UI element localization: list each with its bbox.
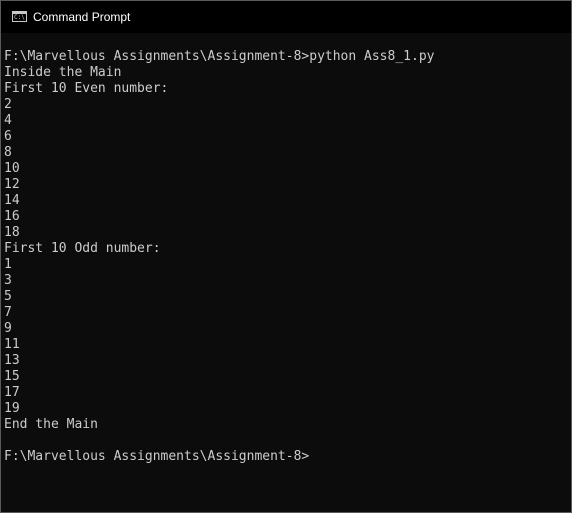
console-line: 19 (4, 401, 20, 416)
console-line: 17 (4, 385, 20, 400)
console-line: 18 (4, 225, 20, 240)
console-output[interactable]: F:\Marvellous Assignments\Assignment-8>p… (4, 33, 569, 508)
console-line: 7 (4, 305, 12, 320)
console-line: Inside the Main (4, 65, 122, 80)
console-line: End the Main (4, 417, 98, 432)
console-line: 12 (4, 177, 20, 192)
console-line: 4 (4, 113, 12, 128)
window-title: Command Prompt (33, 10, 131, 24)
cmd-icon-glyph: C:\ (14, 14, 25, 21)
command-prompt-window: C:\ Command Prompt F:\Marvellous Assignm… (0, 0, 572, 513)
console-line: 14 (4, 193, 20, 208)
console-line: 6 (4, 129, 12, 144)
console-line: 13 (4, 353, 20, 368)
console-line: 16 (4, 209, 20, 224)
console-line: F:\Marvellous Assignments\Assignment-8>p… (4, 49, 435, 64)
console-line: 3 (4, 273, 12, 288)
console-line: 9 (4, 321, 12, 336)
title-bar[interactable]: C:\ Command Prompt (1, 1, 571, 33)
cmd-app-icon[interactable]: C:\ (12, 11, 27, 22)
console-line: 1 (4, 257, 12, 272)
console-line: 11 (4, 337, 20, 352)
console-line: F:\Marvellous Assignments\Assignment-8> (4, 449, 310, 464)
console-line: 15 (4, 369, 20, 384)
console-line: 2 (4, 97, 12, 112)
console-line: First 10 Even number: (4, 81, 169, 96)
console-line: First 10 Odd number: (4, 241, 161, 256)
console-line: 10 (4, 161, 20, 176)
console-line: 5 (4, 289, 12, 304)
console-line: 8 (4, 145, 12, 160)
